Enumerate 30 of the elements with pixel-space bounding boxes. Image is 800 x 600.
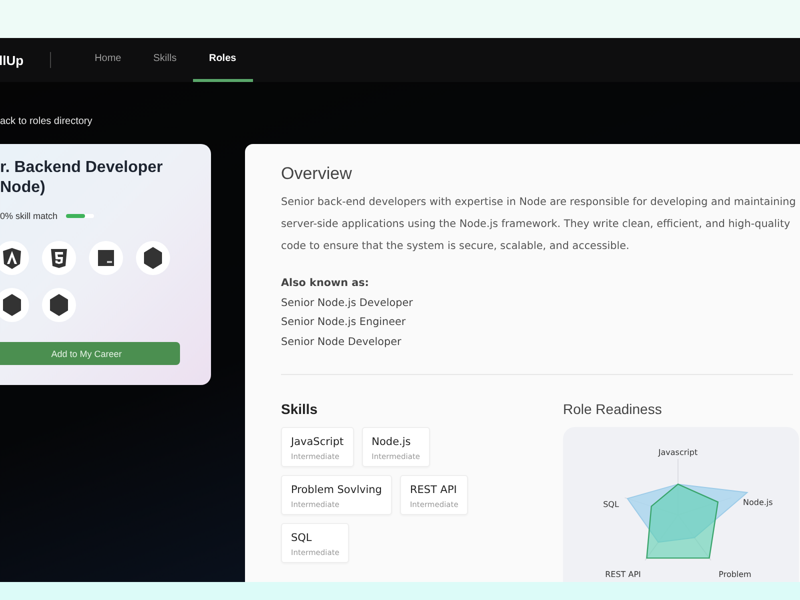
skill-badge-icon bbox=[87, 239, 125, 277]
skill-badge-icon bbox=[134, 239, 172, 277]
skill-badge-icon bbox=[0, 239, 31, 277]
axis-label: REST API bbox=[605, 570, 641, 579]
skill-match-text: 0% skill match bbox=[0, 211, 58, 221]
axis-label: Node.js bbox=[743, 498, 773, 507]
aka-label: Also known as: bbox=[281, 276, 370, 291]
overview-text: Senior back-end developers with expertise in Node are responsible for developing and maintaining server-side applications using the Node.js framework. They write clean, efficient, and high-quality code to ensure that the system is secure, scalable, and accessible. bbox=[281, 195, 797, 254]
nav-tab[interactable]: Skills bbox=[137, 38, 193, 82]
section-title: Overview bbox=[281, 164, 353, 184]
section-title: Role Readiness bbox=[563, 401, 663, 417]
skill-name: Problem Sovlving bbox=[291, 484, 382, 496]
axis-label: Javascript bbox=[658, 448, 698, 457]
role-title: r. Backend Developer Node) bbox=[0, 158, 164, 198]
skill-name: REST API bbox=[410, 484, 458, 496]
skill-name: JavaScript bbox=[291, 436, 344, 448]
alias-text: Senior Node.js Developer bbox=[281, 296, 414, 310]
section-title: Skills bbox=[281, 401, 319, 417]
back-link[interactable]: ack to roles directory bbox=[0, 82, 800, 144]
skill-badge-icon bbox=[40, 286, 78, 324]
axis-label: SQL bbox=[603, 500, 619, 509]
skill-name: Node.js bbox=[372, 436, 412, 448]
skill-badge-icon bbox=[40, 239, 78, 277]
alias-text: Senior Node.js Engineer bbox=[281, 315, 407, 330]
skill-name: SQL bbox=[291, 532, 313, 544]
skill-badge-icon bbox=[0, 286, 31, 324]
brand-name: llUp bbox=[0, 52, 24, 68]
nav-tab[interactable]: Home bbox=[78, 38, 138, 82]
alias-text: Senior Node Developer bbox=[281, 334, 402, 350]
axis-label: Problem bbox=[718, 570, 752, 579]
